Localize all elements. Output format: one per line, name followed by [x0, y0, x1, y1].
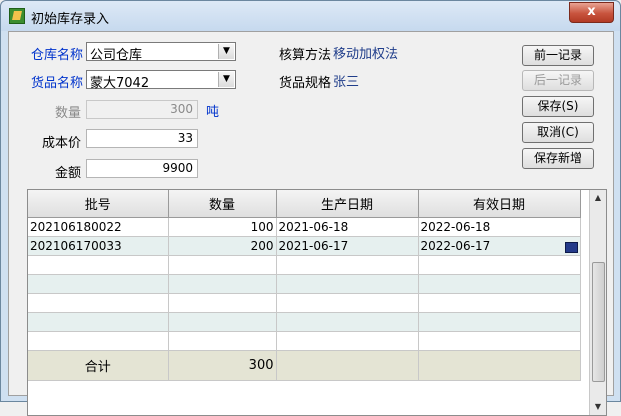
app-logo-icon [9, 8, 25, 24]
cost-label: 成本价 [42, 136, 82, 151]
total-row: 合计 300 [28, 350, 581, 381]
spec-value: 张三 [333, 75, 360, 90]
prev-record-button[interactable]: 前一记录 [522, 45, 594, 66]
cost-field[interactable]: 33 [86, 129, 198, 148]
goods-label: 货品名称 [31, 76, 84, 91]
column-header-batch[interactable]: 批号 [28, 190, 169, 218]
total-quantity: 300 [168, 350, 277, 381]
amount-label: 金额 [55, 166, 82, 181]
title-bar: 初始库存录入 x [1, 1, 620, 31]
vertical-scrollbar[interactable]: ▲ ▼ [589, 190, 606, 415]
method-value: 移动加权法 [333, 47, 399, 62]
table-row[interactable]: 202106180022 100 2021-06-18 2022-06-18 [28, 217, 581, 237]
close-button[interactable]: x [569, 2, 614, 23]
expiry-date-cell[interactable]: 2022-06-18 [418, 217, 581, 237]
warehouse-select[interactable]: 公司仓库 ▼ [86, 42, 236, 63]
scroll-down-icon[interactable]: ▼ [590, 399, 606, 415]
method-label: 核算方法 [279, 48, 332, 63]
scroll-up-icon[interactable]: ▲ [590, 190, 606, 206]
next-record-button[interactable]: 后一记录 [522, 70, 594, 91]
goods-select[interactable]: 蒙大7042 ▼ [86, 70, 236, 91]
quantity-label: 数量 [55, 106, 82, 121]
chevron-down-icon[interactable]: ▼ [218, 72, 234, 87]
dialog-body: 仓库名称 公司仓库 ▼ 货品名称 蒙大7042 ▼ 数量 300 吨 成本价 3… [8, 31, 614, 416]
table-row[interactable]: 202106170033 200 2021-06-17 2022-06-17 [28, 236, 581, 256]
table-row[interactable] [28, 274, 581, 294]
cancel-button[interactable]: 取消(C) [522, 122, 594, 143]
quantity-cell[interactable]: 200 [168, 236, 277, 256]
spec-label: 货品规格 [279, 76, 332, 91]
expiry-date-value: 2022-06-17 [420, 239, 491, 253]
calendar-icon[interactable] [564, 242, 578, 253]
dialog-window: 初始库存录入 x 仓库名称 公司仓库 ▼ 货品名称 蒙大7042 ▼ 数量 30… [0, 0, 621, 416]
batch-table: 批号 数量 生产日期 有效日期 202106180022 100 2021-06… [28, 190, 581, 381]
table-row[interactable] [28, 255, 581, 275]
warehouse-value: 公司仓库 [90, 48, 143, 63]
batch-grid: 批号 数量 生产日期 有效日期 202106180022 100 2021-06… [27, 189, 607, 416]
scroll-thumb[interactable] [592, 262, 605, 382]
header-row: 批号 数量 生产日期 有效日期 [28, 190, 581, 218]
quantity-unit: 吨 [206, 105, 220, 120]
batch-cell[interactable]: 202106180022 [28, 217, 169, 237]
column-header-quantity[interactable]: 数量 [168, 190, 277, 218]
column-header-production-date[interactable]: 生产日期 [276, 190, 419, 218]
quantity-cell[interactable]: 100 [168, 217, 277, 237]
goods-value: 蒙大7042 [90, 76, 150, 91]
batch-cell[interactable]: 202106170033 [28, 236, 169, 256]
table-row[interactable] [28, 312, 581, 332]
window-title: 初始库存录入 [31, 12, 110, 27]
quantity-field: 300 [86, 100, 198, 119]
total-label: 合计 [28, 350, 169, 381]
table-row[interactable] [28, 331, 581, 351]
expiry-date-cell-editing[interactable]: 2022-06-17 [418, 236, 581, 256]
warehouse-label: 仓库名称 [31, 48, 84, 63]
chevron-down-icon[interactable]: ▼ [218, 44, 234, 59]
production-date-cell[interactable]: 2021-06-18 [276, 217, 419, 237]
table-row[interactable] [28, 293, 581, 313]
column-header-expiry-date[interactable]: 有效日期 [418, 190, 581, 218]
amount-field[interactable]: 9900 [86, 159, 198, 178]
save-new-button[interactable]: 保存新增 [522, 148, 594, 169]
save-button[interactable]: 保存(S) [522, 96, 594, 117]
production-date-cell[interactable]: 2021-06-17 [276, 236, 419, 256]
